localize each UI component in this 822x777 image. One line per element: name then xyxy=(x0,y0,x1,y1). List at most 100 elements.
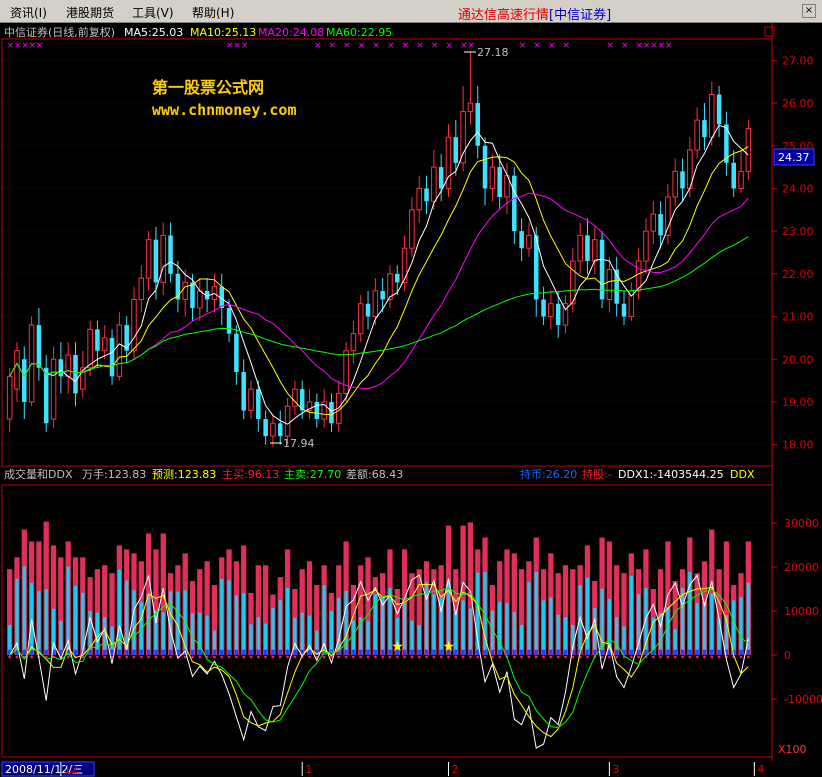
price-tick-label: 26.00 xyxy=(782,97,814,110)
low-label: 17.94 xyxy=(283,437,315,450)
price-tick-label: 21.00 xyxy=(782,311,814,324)
candle-down xyxy=(621,303,627,317)
zero-dot xyxy=(256,655,260,659)
volume-bar-base xyxy=(498,649,502,655)
zero-dot xyxy=(198,655,202,659)
zero-dot xyxy=(600,655,604,659)
zero-dot xyxy=(746,655,750,659)
zero-dot xyxy=(147,655,151,659)
zero-dot xyxy=(681,655,684,659)
zero-dot xyxy=(271,655,275,659)
volume-bar-main xyxy=(702,602,707,655)
candle-down xyxy=(314,401,320,420)
ma5-value: MA5:25.03 xyxy=(124,26,183,39)
menu-tools[interactable]: 工具(V) xyxy=(132,4,174,21)
menu-hk-futures[interactable]: 港股期货 xyxy=(66,4,114,21)
ddx-label: DDX xyxy=(730,468,755,481)
candle-up xyxy=(738,170,744,189)
candle-up xyxy=(489,166,496,189)
candle-down xyxy=(453,137,459,163)
volume-bar-main xyxy=(739,597,743,655)
zero-dot xyxy=(615,655,619,659)
signal-marker: × xyxy=(241,41,249,51)
volume-bar-main xyxy=(629,575,633,655)
candle-down xyxy=(277,423,283,437)
zero-dot xyxy=(425,655,428,659)
zero-dot xyxy=(556,655,560,659)
candle-down xyxy=(109,337,115,377)
candle-down xyxy=(365,303,371,317)
volume-bar-main xyxy=(585,577,590,655)
volume-bar-base xyxy=(600,649,604,655)
volume-bar-base xyxy=(556,649,560,655)
candlestick-series xyxy=(6,52,752,448)
menu-help[interactable]: 帮助(H) xyxy=(192,4,234,21)
volume-bar-main xyxy=(146,595,151,655)
zero-dot xyxy=(666,655,670,659)
zero-dot xyxy=(264,655,268,659)
zero-dot xyxy=(161,655,165,659)
candle-up xyxy=(116,324,123,377)
volume-bars xyxy=(7,521,751,659)
ddx-diff: 差额:68.43 xyxy=(346,467,403,481)
close-icon[interactable]: × xyxy=(802,4,816,18)
signal-marker: × xyxy=(467,41,475,51)
price-tick-label: 20.00 xyxy=(782,353,814,366)
volume-bar-base xyxy=(256,649,260,655)
zero-dot xyxy=(695,655,699,659)
signal-marker: × xyxy=(621,41,629,51)
signal-marker: × xyxy=(358,41,366,51)
price-tick-label: 23.00 xyxy=(782,225,814,238)
volume-bar-base xyxy=(249,649,253,655)
star-marker: ★ xyxy=(391,639,404,655)
chart-area[interactable]: 中信证券(日线,前复权) MA5:25.03 MA10:25.13 MA20:2… xyxy=(0,23,822,777)
zero-dot xyxy=(366,655,370,659)
zero-dot xyxy=(476,655,480,659)
candle-down xyxy=(226,308,232,334)
volume-bar-main xyxy=(541,600,546,655)
volume-bar-main xyxy=(22,566,26,655)
volume-bar-base xyxy=(461,649,465,655)
volume-bar-base xyxy=(373,649,377,655)
volume-bar-base xyxy=(59,649,63,655)
volume-bar-main xyxy=(490,610,494,655)
low-annotation: 17.94 xyxy=(270,437,315,450)
volume-bar-main xyxy=(505,602,509,655)
zero-dot xyxy=(417,655,421,659)
candle-up xyxy=(650,213,657,232)
candle-down xyxy=(555,303,561,326)
signal-marker: × xyxy=(36,41,44,51)
volume-bar-main xyxy=(293,617,297,655)
menu-info[interactable]: 资讯(I) xyxy=(10,4,47,21)
signal-marker: × xyxy=(328,41,336,51)
volume-bar-base xyxy=(242,649,246,655)
volume-bar-base xyxy=(22,649,26,655)
volume-bar-main xyxy=(37,590,41,655)
volume-bar-base xyxy=(278,649,282,655)
volume-bar-main xyxy=(658,612,663,655)
volume-bar-main xyxy=(527,582,531,655)
zero-dot xyxy=(154,655,158,659)
zero-dot xyxy=(220,655,224,659)
zero-dot xyxy=(227,655,231,659)
volume-bar-base xyxy=(227,649,231,655)
zero-dot xyxy=(344,655,348,659)
candle-down xyxy=(482,145,488,189)
candle-down xyxy=(241,372,246,411)
candle-down xyxy=(263,419,268,437)
zero-dot xyxy=(322,655,326,659)
app-title: 通达信高速行情[中信证券] xyxy=(458,4,611,23)
zero-dot xyxy=(15,655,19,659)
candle-up xyxy=(357,303,364,335)
candle-down xyxy=(585,235,590,262)
candle-down xyxy=(438,167,444,189)
zero-dot xyxy=(542,655,545,659)
volume-bar-base xyxy=(366,649,370,655)
ddx-buy: 主买:96.13 xyxy=(222,468,279,481)
panel-toggle-icon[interactable] xyxy=(764,26,775,37)
volume-bar-main xyxy=(666,607,670,655)
month-tick-label: 1 xyxy=(305,763,312,776)
candle-up xyxy=(460,111,466,164)
candle-down xyxy=(329,401,334,424)
watermark-title: 第一股票公式网 xyxy=(152,78,264,97)
